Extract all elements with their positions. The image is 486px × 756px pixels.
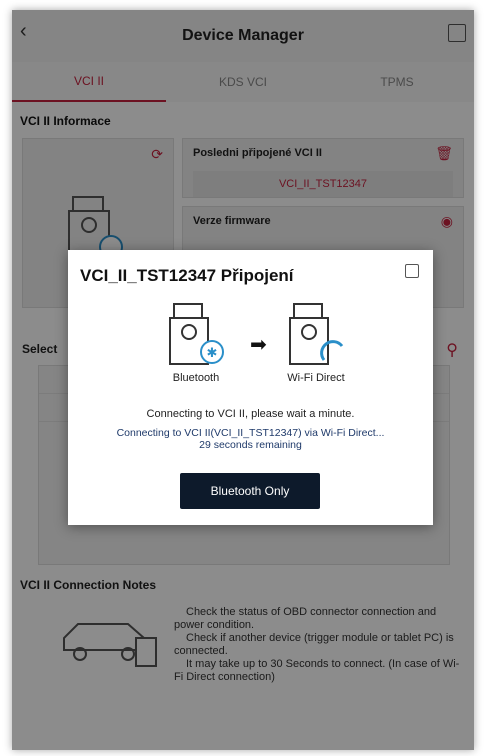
bluetooth-label: Bluetooth [172,372,220,384]
connection-dialog: VCI_II_TST12347 Připojení ✱ Bluetooth ➡ … [68,250,433,525]
dialog-title: VCI_II_TST12347 Připojení [80,266,294,285]
connecting-message: Connecting to VCI II, please wait a minu… [146,408,355,420]
app-window: ‹ Device Manager VCI II KDS VCI TPMS VCI… [12,10,474,750]
connecting-detail-line: Connecting to VCI II(VCI_II_TST12347) vi… [116,427,385,439]
countdown-text: 29 seconds remaining [199,439,302,451]
vci-wifi-icon [289,303,344,365]
arrow-right-icon: ➡ [250,334,267,356]
bluetooth-device: ✱ [156,300,236,375]
wifi-device [276,300,356,375]
connecting-detail: Connecting to VCI II(VCI_II_TST12347) vi… [68,427,433,451]
bluetooth-only-button[interactable]: Bluetooth Only [180,473,320,509]
fullscreen-icon[interactable] [405,264,419,278]
svg-text:✱: ✱ [207,346,218,361]
wifi-label: Wi-Fi Direct [287,372,345,384]
vci-bluetooth-icon: ✱ [169,303,224,365]
